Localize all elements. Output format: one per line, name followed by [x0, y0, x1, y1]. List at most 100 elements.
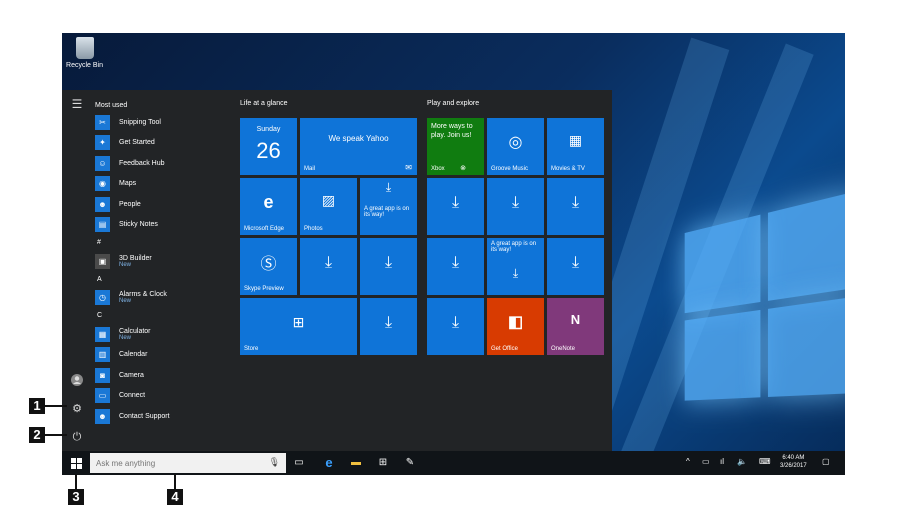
search-box[interactable]: 🎙	[90, 453, 286, 473]
edge-taskbar-icon[interactable]: e	[322, 456, 336, 470]
app-alarms-clock[interactable]: ◷ Alarms & Clock New	[95, 288, 235, 309]
download-icon: ⤓	[324, 254, 333, 271]
app-sticky-notes[interactable]: ▤ Sticky Notes	[95, 215, 235, 236]
photos-icon: ▨	[321, 192, 336, 208]
action-center-icon[interactable]: ▢	[822, 457, 830, 466]
tile-download[interactable]: ⤓	[300, 238, 357, 295]
skype-icon: Ⓢ	[260, 256, 277, 273]
app-snipping-tool[interactable]: ✂ Snipping Tool	[95, 112, 235, 133]
calculator-icon: ▦	[95, 326, 110, 342]
paint-icon[interactable]: ✎	[403, 456, 417, 470]
app-connect[interactable]: ▭ Connect	[95, 386, 235, 407]
groove-disc-icon: ◎	[508, 134, 523, 151]
app-3d-builder[interactable]: ▣ 3D Builder New	[95, 251, 235, 272]
download-icon: ⤓	[451, 254, 460, 271]
tile-store[interactable]: ⊞ Store	[240, 298, 357, 355]
tile-app-placeholder[interactable]: ⤓ A great app is on its way!	[360, 178, 417, 235]
user-account-icon[interactable]	[70, 373, 84, 387]
section-letter-c[interactable]: C	[95, 308, 235, 324]
tile-download[interactable]: ⤓	[547, 178, 604, 235]
callout-line	[45, 434, 67, 436]
clapperboard-icon: ▦	[568, 132, 583, 148]
tile-download[interactable]: ⤓	[427, 238, 484, 295]
tile-skype-preview[interactable]: Ⓢ Skype Preview	[240, 238, 297, 295]
download-icon: ⤓	[384, 314, 393, 331]
windows-logo-icon	[70, 457, 82, 469]
clock-date: 3/26/2017	[780, 463, 807, 469]
settings-gear-icon[interactable]: ⚙	[70, 402, 84, 416]
search-input[interactable]	[90, 453, 260, 473]
xbox-icon: ⊗	[460, 165, 466, 172]
battery-icon[interactable]: ▭	[702, 457, 710, 466]
app-people[interactable]: ☻ People	[95, 194, 235, 215]
tile-download[interactable]: ⤓	[360, 238, 417, 295]
tile-mail[interactable]: We speak Yahoo Mail ✉	[300, 118, 417, 175]
tile-download[interactable]: ⤓	[547, 238, 604, 295]
most-used-header: Most used	[95, 102, 128, 109]
camera-icon: ◙	[95, 367, 110, 383]
callout-line	[45, 405, 67, 407]
tile-microsoft-edge[interactable]: e Microsoft Edge	[240, 178, 297, 235]
edge-icon: e	[263, 192, 274, 212]
section-letter-hash[interactable]: #	[95, 235, 235, 251]
tile-calendar[interactable]: Sunday 26	[240, 118, 297, 175]
cube-icon: ▣	[95, 253, 110, 269]
app-maps[interactable]: ◉ Maps	[95, 174, 235, 195]
start-menu: ☰ ⚙ ⏻ Most used ✂ Snipping Tool ✦ Get Star…	[62, 90, 612, 451]
download-icon: ⤓	[571, 254, 580, 271]
app-list: Most used ✂ Snipping Tool ✦ Get Started ☺ F…	[95, 100, 235, 427]
note-icon: ▤	[95, 217, 110, 233]
download-icon: ⤓	[385, 180, 392, 194]
app-calendar[interactable]: ▥ Calendar	[95, 345, 235, 366]
app-contact-support[interactable]: ☻ Contact Support	[95, 406, 235, 427]
group-life-at-a-glance[interactable]: Life at a glance	[240, 100, 287, 107]
clock[interactable]: 6:40 AM 3/26/2017	[780, 454, 807, 470]
download-icon: ⤓	[512, 266, 519, 280]
clock-time: 6:40 AM	[782, 455, 805, 461]
download-icon: ⤓	[451, 314, 460, 331]
tile-groove-music[interactable]: ◎ Groove Music	[487, 118, 544, 175]
office-icon: ◧	[507, 314, 524, 331]
tile-onenote[interactable]: N OneNote	[547, 298, 604, 355]
tile-movies-tv[interactable]: ▦ Movies & TV	[547, 118, 604, 175]
tile-xbox[interactable]: More ways to play. Join us! Xbox ⊗	[427, 118, 484, 175]
desktop: Recycle Bin ☰ ⚙ ⏻ Most used ✂ Snipping To…	[62, 33, 845, 475]
envelope-icon: ✉	[405, 163, 412, 172]
store-taskbar-icon[interactable]: ⊞	[376, 456, 390, 470]
feedback-icon: ☺	[95, 155, 110, 171]
microphone-icon[interactable]: 🎙	[269, 457, 280, 468]
file-explorer-icon[interactable]: ▬	[349, 456, 363, 470]
tile-download[interactable]: ⤓	[487, 178, 544, 235]
tile-download[interactable]: ⤓	[360, 298, 417, 355]
power-icon[interactable]: ⏻	[70, 430, 84, 444]
callout-line	[174, 474, 176, 489]
maps-icon: ◉	[95, 176, 110, 192]
tile-photos[interactable]: ▨ Photos	[300, 178, 357, 235]
tile-download[interactable]: ⤓	[427, 178, 484, 235]
lightbulb-icon: ✦	[95, 135, 110, 151]
keyboard-icon[interactable]: ⌨	[759, 457, 771, 466]
group-play-and-explore[interactable]: Play and explore	[427, 100, 479, 107]
tile-download[interactable]: ⤓	[427, 298, 484, 355]
callout-2: 2	[29, 427, 45, 443]
hamburger-menu-icon[interactable]: ☰	[70, 97, 84, 111]
recycle-bin[interactable]: Recycle Bin	[62, 37, 107, 69]
chevron-up-icon[interactable]: ^	[686, 457, 690, 466]
volume-icon[interactable]: 🔈	[737, 457, 747, 466]
app-camera[interactable]: ◙ Camera	[95, 365, 235, 386]
onenote-icon: N	[570, 312, 581, 327]
tile-app-placeholder[interactable]: A great app is on its way! ⤓	[487, 238, 544, 295]
section-letter-a[interactable]: A	[95, 272, 235, 288]
support-icon: ☻	[95, 408, 110, 424]
app-calculator[interactable]: ▦ Calculator New	[95, 324, 235, 345]
download-icon: ⤓	[571, 194, 580, 211]
recycle-bin-label: Recycle Bin	[66, 62, 103, 69]
app-get-started[interactable]: ✦ Get Started	[95, 133, 235, 154]
start-button[interactable]	[62, 451, 90, 475]
tile-get-office[interactable]: ◧ Get Office	[487, 298, 544, 355]
network-icon[interactable]: ıl	[720, 457, 724, 466]
task-view-icon[interactable]: ▭	[292, 456, 306, 470]
app-feedback-hub[interactable]: ☺ Feedback Hub	[95, 153, 235, 174]
scissors-icon: ✂	[95, 114, 110, 130]
connect-icon: ▭	[95, 388, 110, 404]
